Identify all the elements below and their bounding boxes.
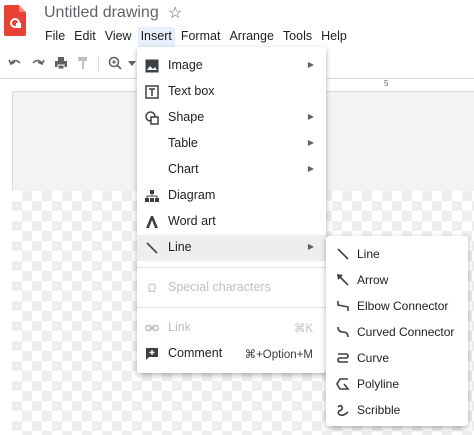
submenu-item-curved-connector[interactable]: Curved Connector [326, 319, 468, 345]
document-title[interactable]: Untitled drawing [44, 4, 159, 22]
curve-icon [335, 350, 351, 366]
menu-item-link[interactable]: Link ⌘K [137, 315, 326, 341]
text-box-icon [144, 84, 160, 100]
arrow-icon [335, 272, 351, 288]
menu-bar: File Edit View Insert Format Arrange Too… [42, 27, 353, 47]
link-icon [144, 320, 160, 336]
submenu-item-arrow[interactable]: Arrow [326, 267, 468, 293]
menu-view[interactable]: View [102, 27, 135, 47]
menu-format[interactable]: Format [178, 27, 224, 47]
scribble-icon [335, 402, 351, 418]
line-icon [144, 240, 160, 256]
menu-arrange[interactable]: Arrange [226, 27, 276, 47]
submenu-item-elbow-connector[interactable]: Elbow Connector [326, 293, 468, 319]
menu-tools[interactable]: Tools [280, 27, 315, 47]
menu-item-table[interactable]: Table ▶ [137, 131, 326, 157]
menu-divider [137, 307, 326, 308]
ruler-label: 5 [384, 79, 389, 88]
menu-item-shape[interactable]: Shape ▶ [137, 105, 326, 131]
line-icon [335, 246, 351, 262]
comment-shortcut: ⌘+Option+M [244, 349, 313, 361]
print-icon[interactable] [54, 56, 68, 70]
curved-connector-icon [335, 324, 351, 340]
menu-insert[interactable]: Insert [137, 27, 175, 47]
menu-divider [137, 267, 326, 268]
title-bar: Untitled drawing ☆ File Edit View Insert… [0, 0, 474, 50]
elbow-connector-icon [335, 298, 351, 314]
submenu-arrow-icon: ▶ [307, 138, 314, 147]
zoom-icon[interactable] [108, 56, 122, 70]
submenu-item-line[interactable]: Line [326, 241, 468, 267]
menu-item-diagram[interactable]: Diagram [137, 183, 326, 209]
submenu-arrow-icon: ▶ [307, 60, 314, 69]
menu-item-word-art[interactable]: Word art [137, 209, 326, 235]
submenu-arrow-icon: ▶ [307, 164, 314, 173]
menu-edit[interactable]: Edit [71, 27, 99, 47]
submenu-item-polyline[interactable]: Polyline [326, 371, 468, 397]
menu-item-text-box[interactable]: Text box [137, 79, 326, 105]
comment-icon [144, 346, 160, 362]
menu-item-image[interactable]: Image ▶ [137, 53, 326, 79]
submenu-arrow-icon: ▶ [307, 242, 314, 251]
line-submenu: Line Arrow Elbow Connector Curved Connec… [326, 236, 468, 426]
star-icon[interactable]: ☆ [168, 3, 182, 23]
image-icon [144, 58, 160, 74]
submenu-item-curve[interactable]: Curve [326, 345, 468, 371]
drawings-logo-icon[interactable] [4, 5, 26, 36]
polyline-icon [335, 376, 351, 392]
paint-format-icon[interactable] [77, 56, 89, 70]
menu-file[interactable]: File [42, 27, 68, 47]
word-art-icon [144, 214, 160, 230]
link-shortcut: ⌘K [293, 323, 313, 335]
special-characters-icon: Ω [147, 281, 157, 295]
shape-icon [144, 110, 160, 126]
diagram-icon [144, 188, 160, 204]
menu-item-comment[interactable]: Comment ⌘+Option+M [137, 341, 326, 367]
dropdown-icon[interactable] [128, 61, 136, 66]
menu-item-chart[interactable]: Chart ▶ [137, 157, 326, 183]
menu-item-special-characters[interactable]: Ω Special characters [137, 275, 326, 301]
undo-icon[interactable] [8, 57, 22, 69]
redo-icon[interactable] [31, 57, 45, 69]
menu-help[interactable]: Help [318, 27, 350, 47]
insert-menu: Image ▶ Text box Shape ▶ Table ▶ Chart ▶… [137, 47, 326, 373]
submenu-item-scribble[interactable]: Scribble [326, 397, 468, 423]
submenu-arrow-icon: ▶ [307, 112, 314, 121]
menu-item-line[interactable]: Line ▶ [137, 235, 326, 261]
